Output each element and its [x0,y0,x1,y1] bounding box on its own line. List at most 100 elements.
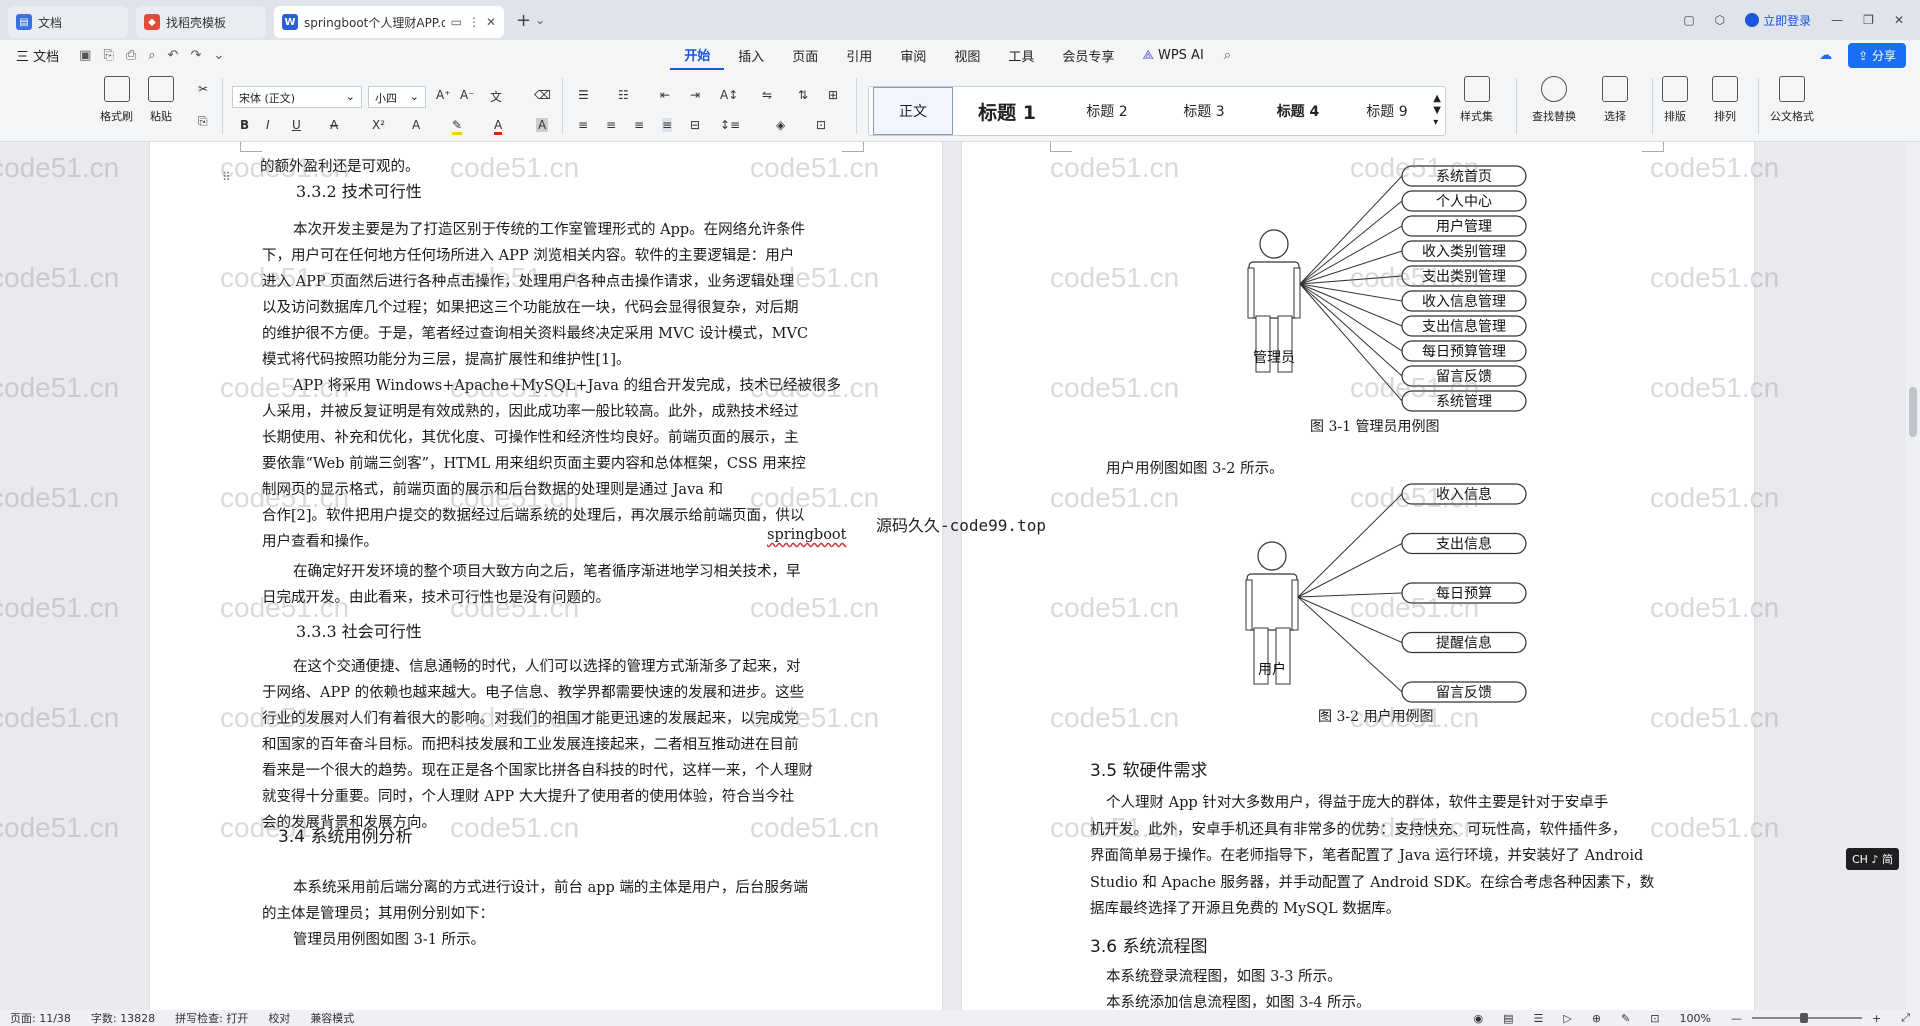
close-icon[interactable]: ✕ [486,15,496,29]
drag-handle-icon[interactable]: ⠿ [222,170,231,184]
play-icon[interactable]: ▷ [1553,1012,1581,1025]
font-size-select[interactable]: 小四 ⌄ [368,86,426,108]
zoom-level[interactable]: 100% [1670,1012,1721,1025]
align-left-icon[interactable]: ≡ [578,118,588,132]
menu-view[interactable]: 视图 [940,40,994,70]
zoom-in-icon[interactable]: + [1862,1012,1891,1025]
tab-document[interactable]: W springboot个人理财APP.do ▭ ⋮ ✕ [274,6,504,38]
restore-icon[interactable]: ❐ [1863,13,1874,27]
style-heading9[interactable]: 标题 9 [1345,87,1429,135]
style-heading1[interactable]: 标题 1 [959,87,1055,135]
select-button[interactable]: 选择 [1602,70,1628,124]
text-effect-icon[interactable]: A [412,118,420,132]
bold-icon[interactable]: B [240,118,249,132]
tab-docs[interactable]: ▤ 文档 [8,6,128,38]
pen-icon[interactable]: ✎ [1611,1012,1640,1025]
ime-indicator[interactable]: CH ♪ 简 [1846,848,1899,870]
zoom-slider-knob[interactable] [1799,1013,1808,1023]
justify-icon[interactable]: ≡ [662,118,673,132]
wps-ai-button[interactable]: ⟁ WPS AI [1128,40,1217,70]
fit-icon[interactable]: ⊡ [1640,1012,1669,1025]
styles-scroll-icon[interactable]: ▲ ▼ ▾ [1433,93,1441,129]
shrink-font-icon[interactable]: A⁻ [460,88,475,102]
new-tab-button[interactable]: + [516,10,531,31]
monitor-icon[interactable]: ▭ [451,15,462,29]
superscript-icon[interactable]: X² [372,118,385,132]
underline-icon[interactable]: U [292,118,301,132]
cut-icon[interactable]: ✂ [198,82,208,96]
web-view-icon[interactable]: ⊕ [1582,1012,1611,1025]
arrange-button[interactable]: 排列 [1712,70,1738,124]
font-color-icon[interactable]: A [494,118,503,135]
table-icon[interactable]: ⊞ [828,88,838,102]
clear-format-icon[interactable]: ⌫ [534,88,551,102]
shading-icon[interactable]: ◈ [776,118,785,132]
login-button[interactable]: 立即登录 [1745,12,1811,29]
align-center-icon[interactable]: ≡ [606,118,616,132]
eye-icon[interactable]: ◉ [1464,1012,1494,1025]
chevron-down-icon[interactable]: ⌄ [535,13,545,27]
file-menu[interactable]: 三 文档 [0,40,73,70]
char-shading-icon[interactable]: A [536,118,549,132]
line-break-icon[interactable]: ⇋ [762,88,772,102]
tab-templates[interactable]: ◆ 找稻壳模板 [136,6,266,38]
style-set-button[interactable]: 样式集 [1460,70,1493,124]
save-icon[interactable]: ▣ [73,48,97,63]
text-direction-icon[interactable]: A↕ [720,88,738,102]
menu-reference[interactable]: 引用 [832,40,886,70]
zoom-slider[interactable] [1751,1013,1862,1023]
proofread[interactable]: 校对 [258,1010,300,1026]
page-count[interactable]: 页面: 11/38 [0,1010,81,1026]
decrease-indent-icon[interactable]: ⇤ [660,88,670,102]
right-page[interactable]: 管理员 系统首页 个人中心 用户管理 收入类别管理 支出类别管理 收入信息管理 支出信息管理每… [962,142,1754,1010]
align-right-icon[interactable]: ≡ [634,118,644,132]
print-preview-icon[interactable]: ⌕ [142,48,161,63]
vertical-scrollbar[interactable] [1906,142,1920,1010]
menu-member[interactable]: 会员专享 [1048,40,1128,70]
numbered-list-icon[interactable]: ☷ [618,88,629,102]
menu-home[interactable]: 开始 [670,40,725,70]
outline-view-icon[interactable]: ☰ [1524,1012,1554,1025]
left-page[interactable]: ⠿ 的额外盈利还是可观的。 本次开发主要是为了打造区别于传统的工作室管理形式的 A… [150,142,942,1010]
phonetic-icon[interactable]: 文 [490,88,502,105]
strikethrough-icon[interactable]: A [330,118,338,132]
page-view-icon[interactable]: ▤ [1493,1012,1523,1025]
copy-icon[interactable]: ⎘ [198,114,208,129]
find-replace-button[interactable]: 查找替换 [1532,70,1576,124]
minimize-icon[interactable]: — [1831,13,1843,27]
export-icon[interactable]: ⎘ [97,48,119,63]
style-heading2[interactable]: 标题 2 [1059,87,1155,135]
print-icon[interactable]: ⎙ [120,48,142,63]
share-button[interactable]: ⇪ 分享 [1848,42,1906,68]
spell-check-toggle[interactable]: 拼写检查: 打开 [165,1010,258,1026]
style-normal[interactable]: 正文 [873,87,953,135]
border-icon[interactable]: ⊡ [816,118,826,132]
chevron-down-icon[interactable]: ⌄ [207,48,230,63]
sort-icon[interactable]: ⇅ [798,88,808,102]
font-name-select[interactable]: 宋体 (正文) ⌄ [232,86,362,108]
bullet-list-icon[interactable]: ☰ [578,88,589,102]
scroll-thumb[interactable] [1909,387,1917,437]
close-window-icon[interactable]: ✕ [1894,13,1904,27]
italic-icon[interactable]: I [266,118,270,132]
distribute-icon[interactable]: ⊟ [690,118,700,132]
menu-tools[interactable]: 工具 [994,40,1048,70]
cube-icon[interactable]: ⬡ [1715,13,1725,27]
line-spacing-icon[interactable]: ↕≡ [720,118,740,132]
style-heading4[interactable]: 标题 4 [1253,87,1343,135]
menu-review[interactable]: 审阅 [886,40,940,70]
search-icon[interactable]: ⌕ [1218,48,1237,63]
menu-insert[interactable]: 插入 [724,40,778,70]
more-icon[interactable]: ⋮ [468,15,480,29]
window-layout-icon[interactable]: ▢ [1683,13,1694,27]
zoom-out-icon[interactable]: — [1721,1012,1752,1025]
paste-button[interactable]: 粘贴 [148,70,174,124]
undo-icon[interactable]: ↶ [162,48,185,63]
menu-page[interactable]: 页面 [778,40,832,70]
format-painter-button[interactable]: 格式刷 [100,70,133,124]
fullscreen-icon[interactable]: ⤢ [1891,1011,1920,1025]
highlight-icon[interactable]: ✎ [452,118,463,135]
doc-format-button[interactable]: 公文格式 [1770,70,1814,124]
word-count[interactable]: 字数: 13828 [81,1010,165,1026]
style-heading3[interactable]: 标题 3 [1159,87,1249,135]
